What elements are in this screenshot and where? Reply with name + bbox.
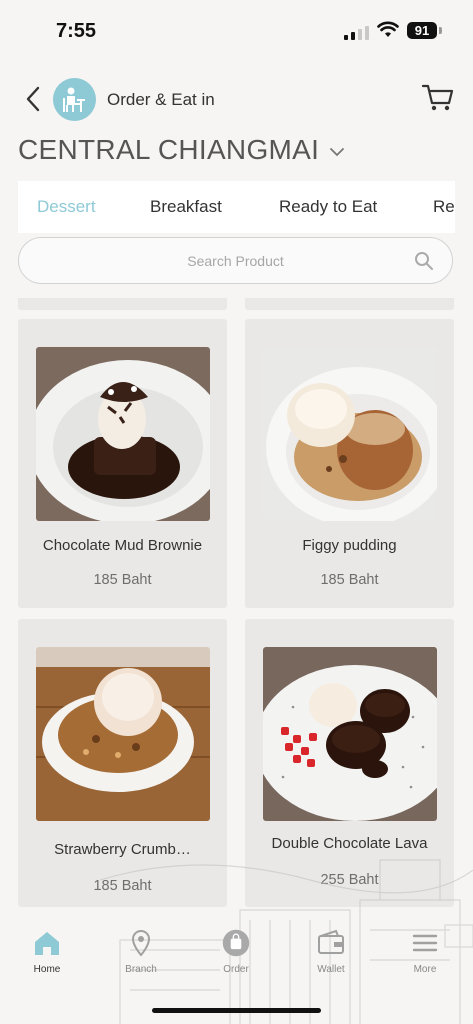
category-tabs: Dessert Breakfast Ready to Eat Re: [18, 181, 455, 233]
page-title: Order & Eat in: [107, 90, 215, 109]
product-name: Chocolate Mud Brownie: [42, 537, 203, 554]
product-image-figgy-pudding: [263, 347, 437, 521]
cellular-signal-icon: [344, 24, 369, 40]
tab-breakfast[interactable]: Breakfast: [150, 197, 222, 217]
tab-label: More: [413, 964, 437, 975]
search-icon[interactable]: [414, 251, 434, 271]
product-image-strawberry-crumble: [36, 647, 210, 821]
product-image-double-chocolate-lava: [263, 647, 437, 821]
branch-selector[interactable]: CENTRAL CHIANGMAI: [18, 134, 345, 166]
tab-label: Branch: [125, 964, 157, 975]
tab-label: Wallet: [317, 964, 345, 975]
home-indicator: [152, 1008, 321, 1013]
product-card[interactable]: Chocolate Mud Brownie 185 Baht: [18, 319, 227, 608]
back-icon[interactable]: [22, 84, 46, 114]
tab-ready-to-eat[interactable]: Ready to Eat: [279, 197, 377, 217]
tab-order[interactable]: Order: [196, 928, 276, 975]
home-icon: [35, 932, 59, 955]
tab-home[interactable]: Home: [7, 928, 87, 975]
tab-label: Home: [33, 964, 61, 975]
battery-icon: 91: [407, 22, 437, 39]
menu-icon: [412, 934, 438, 952]
location-pin-icon: [131, 929, 151, 957]
tab-more[interactable]: More: [385, 928, 465, 975]
status-time: 7:55: [56, 20, 97, 42]
dine-in-logo-icon: [53, 78, 96, 121]
search-input[interactable]: Search Product: [18, 237, 453, 284]
wallet-icon: [318, 929, 344, 954]
card-partial: [18, 298, 227, 310]
tab-next[interactable]: Re: [433, 197, 455, 217]
status-bar: 7:55 91: [0, 0, 473, 62]
battery-tip: [439, 27, 442, 34]
product-price: 185 Baht: [320, 572, 379, 588]
tab-label: Order: [223, 964, 249, 975]
product-price: 185 Baht: [93, 572, 152, 588]
wifi-icon: [377, 21, 399, 37]
product-image-chocolate-mud-brownie: [36, 347, 210, 521]
tab-dessert[interactable]: Dessert: [37, 197, 96, 217]
order-bag-icon: [222, 929, 250, 957]
cart-icon[interactable]: [421, 83, 455, 113]
tab-wallet[interactable]: Wallet: [291, 928, 371, 975]
product-name: Figgy pudding: [302, 537, 397, 554]
header: Order & Eat in: [0, 74, 473, 126]
search-placeholder: Search Product: [187, 253, 284, 269]
chevron-down-icon: [330, 148, 345, 157]
card-partial: [245, 298, 454, 310]
tab-branch[interactable]: Branch: [101, 928, 181, 975]
branch-name: CENTRAL CHIANGMAI: [18, 134, 320, 165]
product-card[interactable]: Figgy pudding 185 Baht: [245, 319, 454, 608]
